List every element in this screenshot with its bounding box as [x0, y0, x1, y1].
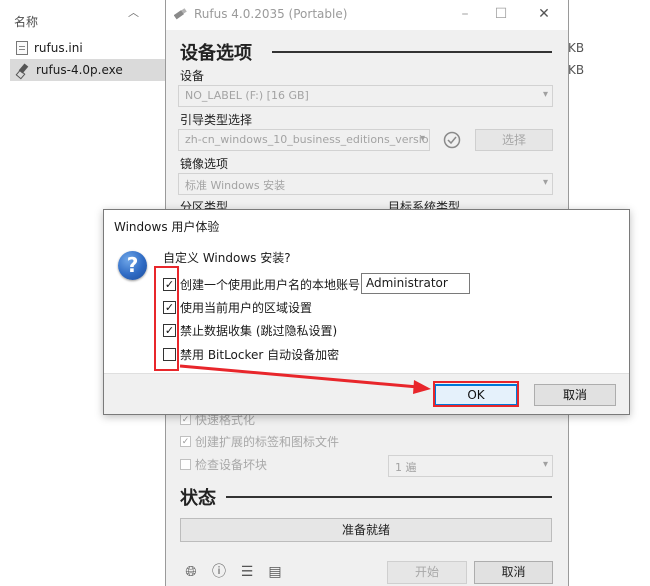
- annotation-arrow-icon: [179, 364, 431, 394]
